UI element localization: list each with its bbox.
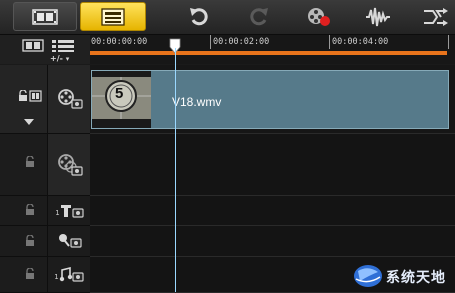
video-track-header bbox=[0, 65, 91, 134]
watermark-globe-icon bbox=[354, 265, 382, 287]
lock-icon[interactable] bbox=[25, 156, 35, 168]
timeline-icon bbox=[101, 7, 125, 26]
title-track-lane[interactable] bbox=[90, 196, 455, 226]
clip-filename: V18.wmv bbox=[172, 95, 222, 109]
timecode-label: 00:00:02:00 bbox=[213, 37, 270, 47]
music-track-icon bbox=[59, 266, 84, 282]
voice-track-header bbox=[0, 226, 91, 257]
video-clip[interactable]: 5 V18.wmv bbox=[91, 70, 449, 129]
watermark-logo: 系统天地 bbox=[350, 262, 455, 290]
title-track-icon bbox=[60, 204, 84, 218]
watermark-text: 系统天地 bbox=[386, 270, 446, 286]
project-duration-bar bbox=[90, 51, 447, 55]
playhead-line[interactable] bbox=[175, 48, 176, 292]
overlay-track-header bbox=[0, 134, 91, 196]
redo-icon bbox=[250, 8, 268, 26]
auto-music-icon bbox=[424, 8, 448, 26]
title-track-button[interactable]: 1 bbox=[47, 196, 91, 225]
timeline-ruler[interactable]: 00:00:00:00 00:00:02:00 00:00:04:00 bbox=[90, 35, 455, 64]
lock-icon[interactable] bbox=[25, 235, 35, 247]
auto-music-button[interactable] bbox=[417, 3, 453, 31]
lock-icon[interactable] bbox=[25, 268, 35, 280]
record-icon bbox=[308, 8, 330, 26]
lock-all-tracks-icon[interactable] bbox=[18, 90, 42, 102]
ruler-tick bbox=[210, 35, 211, 49]
add-remove-track-button[interactable]: +/- ▾ bbox=[50, 54, 69, 63]
music-track-button[interactable]: 1 bbox=[47, 257, 91, 292]
sound-mixer-button[interactable] bbox=[360, 3, 396, 31]
list-view-icon[interactable] bbox=[51, 39, 75, 53]
music-track-header: 1 bbox=[0, 257, 91, 293]
video-track-icon bbox=[57, 89, 83, 109]
storyboard-view-button[interactable] bbox=[13, 2, 77, 31]
timecode-label: 00:00:04:00 bbox=[332, 37, 389, 47]
title-track-header: 1 bbox=[0, 196, 91, 226]
overlay-track-icon bbox=[57, 153, 83, 176]
undo-button[interactable] bbox=[181, 3, 217, 31]
timecode-label: 00:00:00:00 bbox=[91, 37, 148, 47]
video-track-button[interactable] bbox=[47, 65, 91, 133]
lock-icon[interactable] bbox=[25, 204, 35, 216]
toolbar bbox=[0, 0, 455, 35]
redo-button[interactable] bbox=[241, 3, 277, 31]
ruler-tick bbox=[448, 35, 449, 49]
audio-wave-icon bbox=[366, 7, 390, 27]
overlay-track-button[interactable] bbox=[47, 134, 91, 195]
voice-track-lane[interactable] bbox=[90, 226, 455, 257]
undo-icon bbox=[190, 8, 208, 26]
clip-thumbnail: 5 bbox=[92, 71, 151, 128]
countdown-number: 5 bbox=[115, 85, 124, 102]
overlay-track-lane[interactable] bbox=[90, 134, 455, 196]
voice-track-button[interactable] bbox=[47, 226, 91, 256]
collapse-triangle-icon[interactable] bbox=[23, 118, 35, 126]
add-remove-label: +/- bbox=[50, 54, 63, 63]
ruler-tick bbox=[329, 35, 330, 49]
filmstrip-icon bbox=[32, 8, 58, 25]
track-manager-panel: +/- ▾ bbox=[0, 35, 90, 64]
video-track-manager-icon[interactable] bbox=[22, 39, 44, 52]
record-capture-button[interactable] bbox=[301, 3, 337, 31]
timeline-view-button[interactable] bbox=[80, 2, 146, 31]
chevron-down-icon: ▾ bbox=[65, 55, 70, 63]
voice-track-icon bbox=[58, 234, 82, 248]
